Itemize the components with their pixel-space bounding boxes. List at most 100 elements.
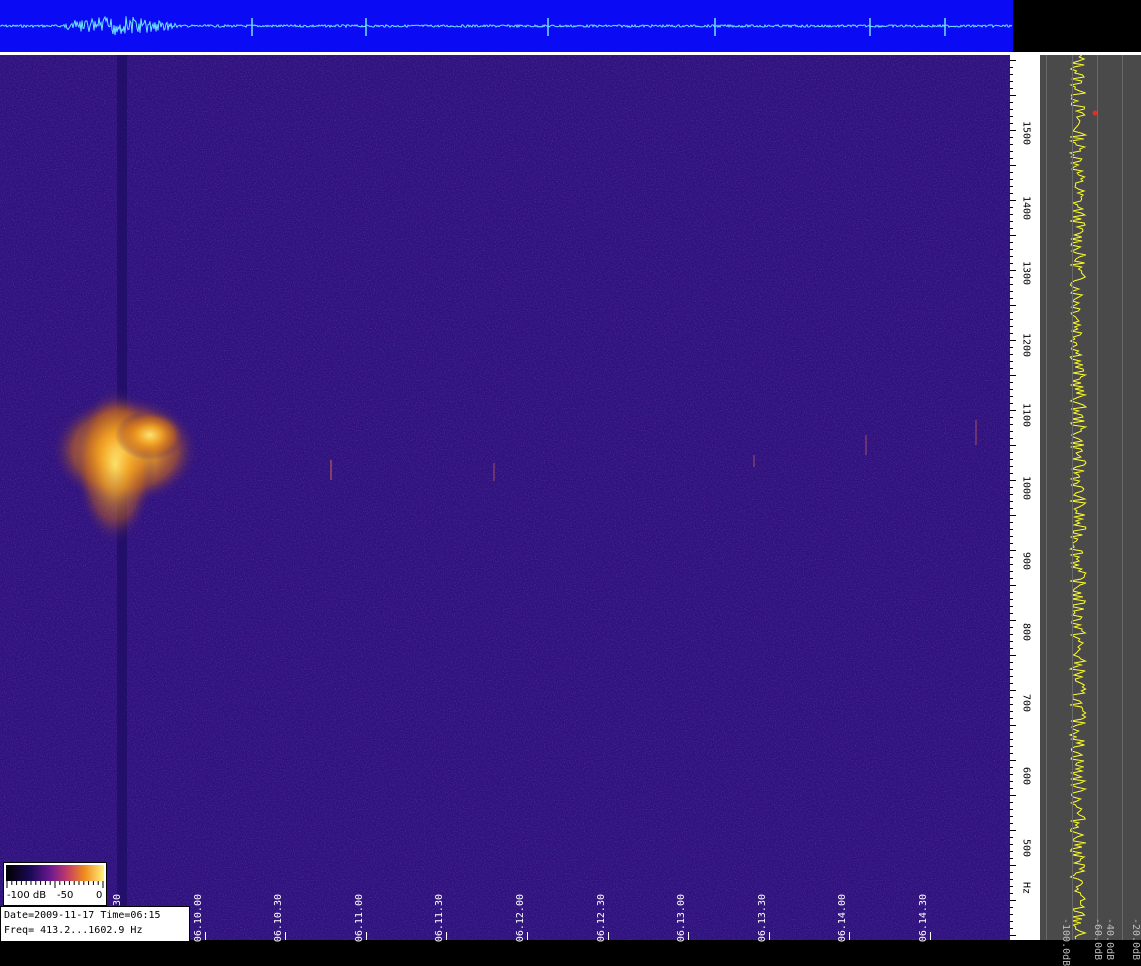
freq-tick-label: 1000 xyxy=(1020,475,1032,501)
time-tick xyxy=(849,932,850,940)
freq-tick xyxy=(1010,767,1013,768)
time-tick-label: 06.10.00 xyxy=(193,894,204,943)
freq-tick xyxy=(1010,165,1016,166)
freq-tick xyxy=(1010,172,1013,173)
time-tick xyxy=(285,932,286,940)
time-tick-label: 06.14.00 xyxy=(837,894,848,943)
freq-tick xyxy=(1010,774,1013,775)
faint-signal-mark xyxy=(493,463,495,481)
faint-signal-mark xyxy=(865,435,867,455)
freq-tick xyxy=(1010,74,1013,75)
freq-tick xyxy=(1010,809,1013,810)
freq-tick xyxy=(1010,102,1013,103)
freq-tick xyxy=(1010,277,1013,278)
freq-tick xyxy=(1010,634,1013,635)
freq-tick xyxy=(1010,424,1013,425)
freq-tick xyxy=(1010,487,1013,488)
freq-tick xyxy=(1010,403,1013,404)
freq-tick xyxy=(1010,207,1013,208)
freq-tick xyxy=(1010,67,1013,68)
db-gridline xyxy=(1046,55,1047,940)
spectrum-panel[interactable]: -100.0dB -60.0dB -40.0dB -20.0dB xyxy=(1040,55,1141,966)
freq-tick xyxy=(1010,613,1013,614)
time-tick xyxy=(446,932,447,940)
freq-tick xyxy=(1010,732,1013,733)
freq-tick xyxy=(1010,382,1013,383)
spectrogram-canvas xyxy=(0,55,1010,940)
db-scale-label: -40.0dB xyxy=(1104,918,1115,961)
freq-tick xyxy=(1010,109,1013,110)
spectrogram-display[interactable] xyxy=(0,55,1010,940)
freq-tick xyxy=(1010,522,1013,523)
freq-range-text: Freq= 413.2...1602.9 Hz xyxy=(4,925,143,936)
waveform-side-blank xyxy=(1013,0,1141,52)
freq-tick xyxy=(1010,354,1013,355)
time-tick xyxy=(608,932,609,940)
freq-tick xyxy=(1010,347,1013,348)
colorbar-legend: -100 dB -50 0 xyxy=(3,862,107,906)
freq-tick-label: 1400 xyxy=(1020,195,1032,221)
freq-tick xyxy=(1010,935,1016,936)
spectrum-trace xyxy=(1068,55,1098,940)
db-gridline xyxy=(1122,55,1123,940)
freq-tick-label: 500 xyxy=(1020,838,1032,858)
freq-tick xyxy=(1010,578,1013,579)
freq-tick xyxy=(1010,116,1013,117)
freq-tick xyxy=(1010,662,1013,663)
time-tick-label: 06.11.30 xyxy=(434,894,445,943)
freq-tick xyxy=(1010,221,1013,222)
colorbar-gradient xyxy=(6,865,104,881)
freq-tick xyxy=(1010,270,1016,271)
freq-tick xyxy=(1010,137,1013,138)
freq-tick xyxy=(1010,466,1013,467)
freq-tick-label: 800 xyxy=(1020,622,1032,642)
freq-tick xyxy=(1010,620,1016,621)
freq-tick xyxy=(1010,151,1013,152)
freq-tick xyxy=(1010,480,1016,481)
freq-tick xyxy=(1010,235,1016,236)
freq-tick xyxy=(1010,606,1013,607)
freq-tick xyxy=(1010,186,1013,187)
freq-tick xyxy=(1010,753,1013,754)
freq-tick xyxy=(1010,123,1013,124)
freq-tick xyxy=(1010,592,1013,593)
freq-tick xyxy=(1010,179,1013,180)
freq-tick xyxy=(1010,340,1016,341)
freq-tick xyxy=(1010,788,1013,789)
time-tick-label: 06.10.30 xyxy=(273,894,284,943)
waveform-strip[interactable] xyxy=(0,0,1013,52)
freq-tick xyxy=(1010,711,1013,712)
freq-tick xyxy=(1010,844,1013,845)
time-tick-label: 06.11.00 xyxy=(354,894,365,943)
freq-tick-label: 1100 xyxy=(1020,402,1032,428)
freq-tick xyxy=(1010,214,1013,215)
waveform-trace xyxy=(0,15,1013,36)
time-tick-label: 30 xyxy=(112,894,123,907)
freq-tick xyxy=(1010,914,1013,915)
freq-tick xyxy=(1010,704,1013,705)
time-tick xyxy=(366,932,367,940)
freq-tick xyxy=(1010,228,1013,229)
freq-tick xyxy=(1010,697,1013,698)
date-time-text: Date=2009-11-17 Time=06:15 xyxy=(4,910,161,921)
freq-tick xyxy=(1010,333,1013,334)
freq-tick-label: 1200 xyxy=(1020,332,1032,358)
time-tick xyxy=(769,932,770,940)
colorbar-ticks xyxy=(6,881,104,888)
freq-tick xyxy=(1010,557,1013,558)
freq-tick-label: 1300 xyxy=(1020,260,1032,286)
waveform-line xyxy=(0,15,1013,36)
freq-tick xyxy=(1010,543,1013,544)
freq-tick xyxy=(1010,200,1016,201)
freq-tick xyxy=(1010,361,1013,362)
freq-tick xyxy=(1010,305,1016,306)
freq-tick xyxy=(1010,837,1013,838)
faint-signal-mark xyxy=(975,420,977,445)
freq-tick xyxy=(1010,88,1013,89)
freq-tick xyxy=(1010,319,1013,320)
faint-signal-mark xyxy=(330,460,332,480)
freq-tick xyxy=(1010,193,1013,194)
db-gridline xyxy=(1097,55,1098,940)
freq-tick xyxy=(1010,473,1013,474)
freq-tick xyxy=(1010,431,1013,432)
